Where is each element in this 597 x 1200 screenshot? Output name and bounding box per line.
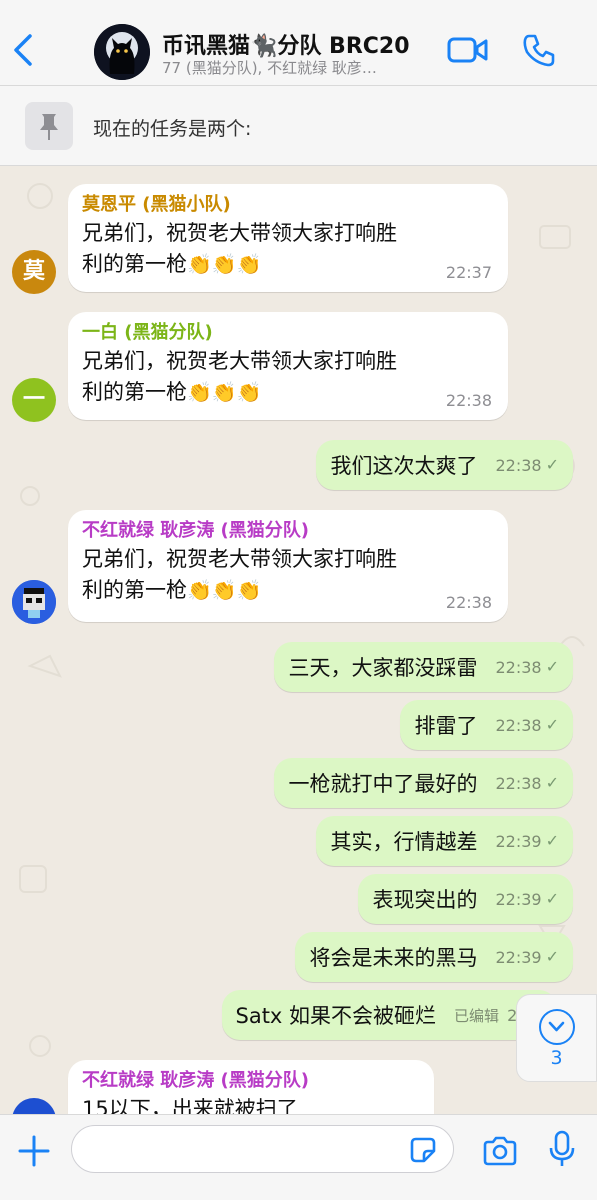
sender-avatar[interactable]	[12, 580, 56, 624]
sender-name[interactable]: 不红就绿 耿彦涛 (黑猫分队)	[82, 1068, 420, 1094]
camera-icon	[483, 1136, 517, 1166]
phone-icon	[523, 34, 555, 67]
microphone-icon	[549, 1130, 575, 1166]
chevron-left-icon	[14, 34, 32, 66]
chevron-down-icon	[539, 1009, 575, 1045]
message-text-line: 兄弟们，祝贺老大带领大家打响胜	[82, 221, 397, 245]
sender-avatar[interactable]: 一	[12, 378, 56, 422]
read-check-icon: ✓	[545, 888, 559, 908]
message-text: 表现突出的	[372, 888, 478, 912]
sender-name[interactable]: 不红就绿 耿彦涛 (黑猫分队)	[82, 518, 494, 544]
video-call-button[interactable]	[447, 34, 489, 66]
camera-button[interactable]	[482, 1135, 518, 1167]
outgoing-message[interactable]: 一枪就打中了最好的 22:38 ✓	[274, 758, 573, 808]
message-text-line: 兄弟们，祝贺老大带领大家打响胜	[82, 547, 397, 571]
outgoing-message[interactable]: 其实，行情越差 22:39 ✓	[316, 816, 573, 866]
robot-avatar-icon	[12, 580, 56, 624]
composer-bar	[0, 1114, 597, 1200]
message-text: 三天，大家都没踩雷	[288, 656, 478, 680]
message-time: 22:39	[495, 947, 542, 967]
black-cat-moon-icon	[94, 24, 150, 80]
incoming-message[interactable]: 莫恩平 (黑猫小队) 兄弟们，祝贺老大带领大家打响胜 利的第一枪👏👏👏 22:3…	[68, 184, 508, 292]
message-time: 22:39	[495, 831, 542, 851]
voice-call-button[interactable]	[521, 32, 557, 68]
sender-avatar[interactable]: 莫	[12, 250, 56, 294]
message-text: 我们这次太爽了	[330, 454, 478, 478]
outgoing-message[interactable]: 我们这次太爽了 22:38 ✓	[316, 440, 573, 490]
message-time: 22:38	[445, 391, 492, 410]
pin-badge	[25, 102, 73, 150]
message-time: 22:38	[445, 593, 492, 612]
attach-button[interactable]	[16, 1133, 52, 1169]
pinned-message-bar[interactable]: 现在的任务是两个:	[0, 86, 597, 166]
message-list[interactable]: 莫 莫恩平 (黑猫小队) 兄弟们，祝贺老大带领大家打响胜 利的第一枪👏👏👏 22…	[0, 166, 597, 1114]
incoming-message[interactable]: 不红就绿 耿彦涛 (黑猫分队) 15以下，出来就被扫了	[68, 1060, 434, 1114]
message-text: 排雷了	[414, 714, 478, 738]
message-text-line: 利的第一枪	[82, 380, 187, 404]
chat-title[interactable]: 币讯黑猫🐈‍⬛分队 BRC20	[162, 28, 410, 60]
message-time: 22:37	[445, 263, 492, 282]
message-text-line: 利的第一枪	[82, 578, 187, 602]
sender-name[interactable]: 莫恩平 (黑猫小队)	[82, 192, 494, 218]
avatar-initial: 莫	[22, 259, 45, 284]
chat-members[interactable]: 77 (黑猫分队), 不红就绿 耿彦…	[162, 57, 432, 78]
outgoing-message[interactable]: 将会是未来的黑马 22:39 ✓	[295, 932, 573, 982]
outgoing-message[interactable]: Satx 如果不会被砸烂已编辑22:3	[221, 990, 557, 1040]
read-check-icon: ✓	[545, 772, 559, 792]
outgoing-message[interactable]: 三天，大家都没踩雷 22:38 ✓	[274, 642, 573, 692]
message-text: 将会是未来的黑马	[309, 946, 478, 970]
video-camera-icon	[447, 37, 488, 63]
back-button[interactable]	[10, 30, 40, 70]
chat-header: 币讯黑猫🐈‍⬛分队 BRC20 77 (黑猫分队), 不红就绿 耿彦…	[0, 0, 597, 86]
scroll-to-bottom-button[interactable]: 3	[516, 994, 597, 1082]
read-check-icon: ✓	[545, 946, 559, 966]
pin-icon	[40, 114, 58, 140]
message-time: 22:38	[495, 773, 542, 793]
outgoing-message[interactable]: 排雷了 22:38 ✓	[400, 700, 573, 750]
incoming-message[interactable]: 一白 (黑猫分队) 兄弟们，祝贺老大带领大家打响胜 利的第一枪👏👏👏 22:38	[68, 312, 508, 420]
group-avatar[interactable]	[94, 24, 150, 80]
plus-icon	[18, 1135, 50, 1167]
message-input[interactable]	[71, 1125, 454, 1173]
clapping-hands-emoji: 👏👏👏	[187, 380, 262, 404]
sticker-button[interactable]	[408, 1135, 438, 1165]
clapping-hands-emoji: 👏👏👏	[187, 252, 262, 276]
read-check-icon: ✓	[545, 830, 559, 850]
voice-message-button[interactable]	[548, 1129, 576, 1169]
avatar-initial: 一	[22, 387, 45, 412]
message-text-line: 兄弟们，祝贺老大带领大家打响胜	[82, 349, 397, 373]
clapping-hands-emoji: 👏👏👏	[187, 578, 262, 602]
message-time: 22:39	[495, 889, 542, 909]
unread-count: 3	[550, 1047, 563, 1069]
read-check-icon: ✓	[545, 454, 559, 474]
read-check-icon: ✓	[545, 714, 559, 734]
message-time: 22:38	[495, 657, 542, 677]
message-text: 其实，行情越差	[330, 830, 478, 854]
incoming-message[interactable]: 不红就绿 耿彦涛 (黑猫分队) 兄弟们，祝贺老大带领大家打响胜 利的第一枪👏👏👏…	[68, 510, 508, 622]
sticker-icon	[410, 1137, 436, 1163]
sender-name[interactable]: 一白 (黑猫分队)	[82, 320, 494, 346]
outgoing-message[interactable]: 表现突出的 22:39 ✓	[358, 874, 573, 924]
message-time: 22:38	[495, 715, 542, 735]
read-check-icon: ✓	[545, 656, 559, 676]
message-text-line: 利的第一枪	[82, 252, 187, 276]
message-text: 一枪就打中了最好的	[288, 772, 478, 796]
message-time: 22:38	[495, 455, 542, 475]
message-text: Satx 如果不会被砸烂	[235, 1004, 437, 1028]
edited-label: 已编辑	[454, 1006, 500, 1025]
message-text-line: 15以下，出来就被扫了	[82, 1097, 298, 1114]
pinned-message-text: 现在的任务是两个:	[93, 118, 252, 140]
